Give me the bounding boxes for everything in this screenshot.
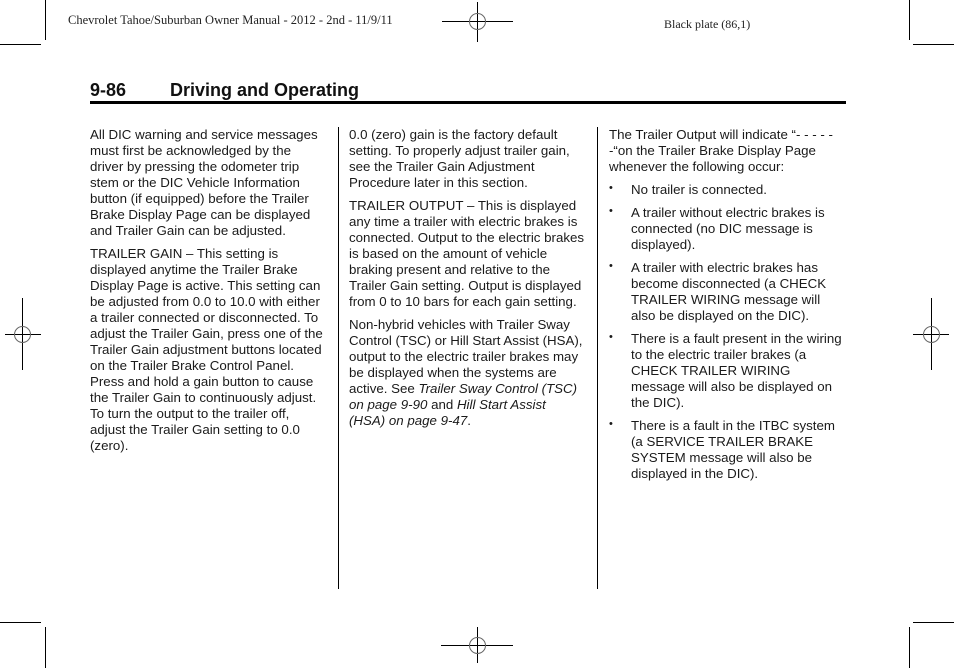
paragraph-trailer-output: TRAILER OUTPUT – This is displayed any t… xyxy=(349,198,585,309)
paragraph-non-hybrid: Non-hybrid vehicles with Trailer Sway Co… xyxy=(349,317,585,429)
column-left: All DIC warning and service messages mus… xyxy=(90,127,326,461)
list-item-text: There is a fault present in the wiring t… xyxy=(631,331,842,410)
bullet-icon: • xyxy=(609,331,613,343)
crop-mark-bottom-right-horizontal xyxy=(913,622,954,623)
column-middle: 0.0 (zero) gain is the factory default s… xyxy=(349,127,585,436)
non-hybrid-and: and xyxy=(427,397,457,412)
section-title: Driving and Operating xyxy=(170,80,360,100)
crop-mark-top-left-horizontal xyxy=(0,44,41,45)
section-heading: 9-86 Driving and Operating xyxy=(90,80,359,101)
heading-rule xyxy=(90,101,846,104)
manual-edition-header: Chevrolet Tahoe/Suburban Owner Manual - … xyxy=(68,13,393,27)
list-item: • There is a fault in the ITBC system (a … xyxy=(609,418,845,482)
column-divider-1 xyxy=(338,127,339,589)
crop-mark-top-right-horizontal xyxy=(913,44,954,45)
list-item-text: A trailer without electric brakes is con… xyxy=(631,205,825,252)
page-number: 9-86 xyxy=(90,80,127,100)
crop-mark-bottom-left-vertical xyxy=(45,627,46,668)
list-item: • There is a fault present in the wiring … xyxy=(609,331,845,411)
bullet-icon: • xyxy=(609,260,613,272)
column-right: The Trailer Output will indicate “- - - … xyxy=(609,127,845,489)
paragraph-trailer-gain: TRAILER GAIN – This setting is displayed… xyxy=(90,246,323,453)
list-item: • No trailer is connected. xyxy=(609,182,845,198)
non-hybrid-end: . xyxy=(467,413,471,428)
list-item: • A trailer with electric brakes has beco… xyxy=(609,260,845,324)
paragraph-default-gain: 0.0 (zero) gain is the factory default s… xyxy=(349,127,570,190)
list-item-text: A trailer with electric brakes has becom… xyxy=(631,260,827,323)
paragraph-trailer-output-indicate: The Trailer Output will indicate “- - - … xyxy=(609,127,833,174)
paragraph-dic-acknowledge: All DIC warning and service messages mus… xyxy=(90,127,318,238)
bullet-icon: • xyxy=(609,205,613,217)
list-item-text: No trailer is connected. xyxy=(631,182,767,197)
crop-mark-top-left-vertical xyxy=(45,0,46,40)
crop-mark-top-right-vertical xyxy=(909,0,910,40)
list-item: • A trailer without electric brakes is co… xyxy=(609,205,845,253)
bullet-icon: • xyxy=(609,418,613,430)
column-divider-2 xyxy=(597,127,598,589)
list-item-text: There is a fault in the ITBC system (a S… xyxy=(631,418,835,481)
plate-label: Black plate (86,1) xyxy=(664,17,751,31)
crop-mark-bottom-left-horizontal xyxy=(0,622,41,623)
condition-list: • No trailer is connected. • A trailer wit… xyxy=(609,182,845,482)
bullet-icon: • xyxy=(609,182,613,194)
crop-mark-bottom-right-vertical xyxy=(909,627,910,668)
